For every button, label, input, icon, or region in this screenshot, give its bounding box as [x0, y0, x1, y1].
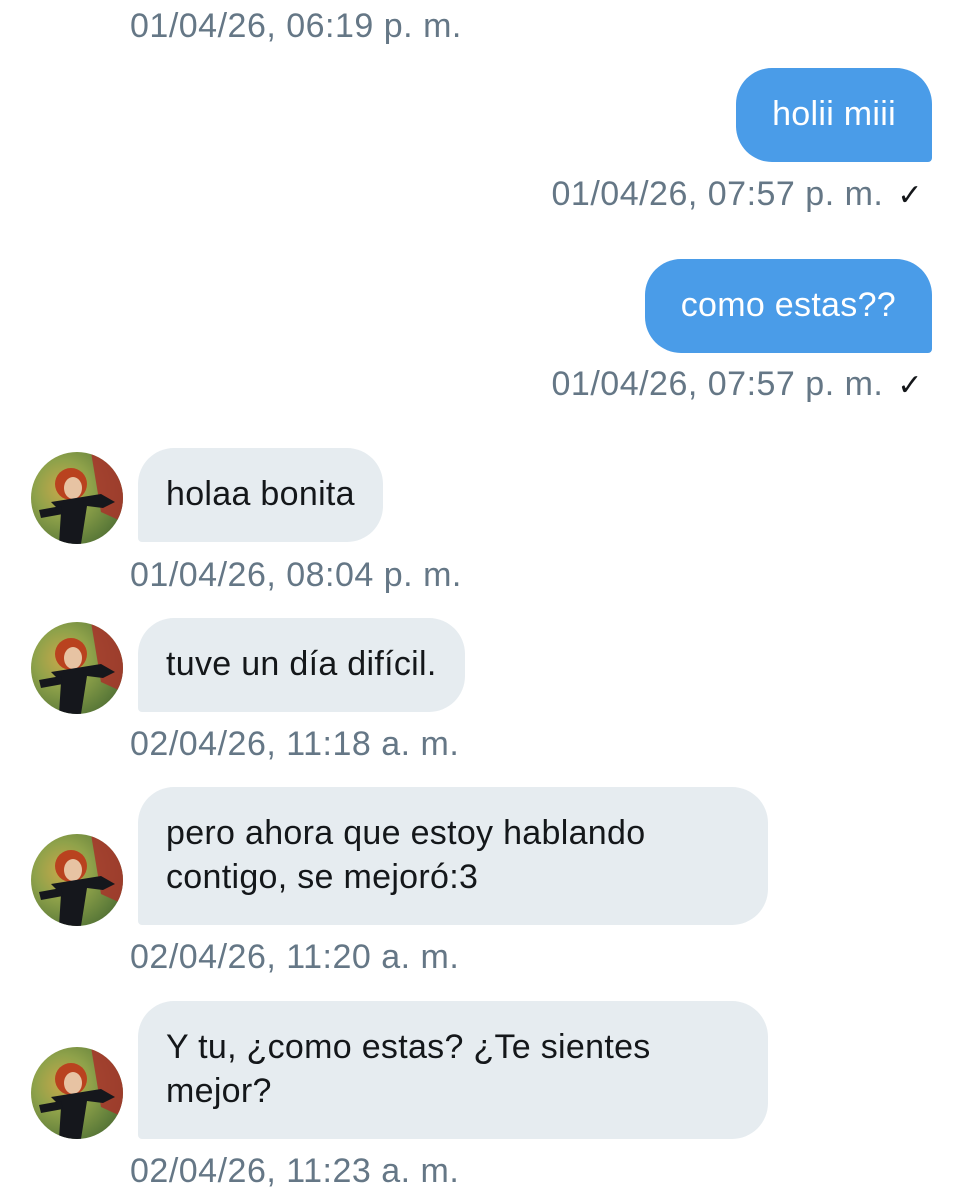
message-timestamp: 02/04/26, 11:23 a. m.: [130, 1152, 460, 1190]
message-timestamp: 01/04/26, 07:57 p. m.: [551, 365, 884, 403]
contact-avatar[interactable]: [31, 622, 123, 714]
message-text: holii miii: [772, 95, 896, 133]
message-timestamp: 01/04/26, 06:19 p. m.: [130, 7, 462, 45]
contact-avatar[interactable]: [31, 1047, 123, 1139]
outgoing-message-bubble[interactable]: como estas??: [644, 259, 932, 353]
message-text-line: contigo, se mejoró:3: [166, 858, 479, 896]
message-timestamp: 02/04/26, 11:18 a. m.: [130, 725, 460, 763]
message-text-line: pero ahora que estoy hablando: [166, 814, 646, 852]
incoming-message-bubble[interactable]: pero ahora que estoy hablando contigo, s…: [138, 787, 768, 925]
message-timestamp: 01/04/26, 08:04 p. m.: [130, 556, 462, 594]
message-text: holaa bonita: [166, 475, 355, 513]
outgoing-message-bubble[interactable]: holii miii: [736, 68, 932, 162]
checkmark-icon: ✓: [897, 179, 923, 212]
message-timestamp: 02/04/26, 11:20 a. m.: [130, 938, 460, 976]
message-timestamp: 01/04/26, 07:57 p. m.: [551, 175, 884, 213]
message-text-line: Y tu, ¿como estas? ¿Te sientes: [166, 1028, 651, 1066]
message-text: como estas??: [680, 286, 896, 324]
checkmark-icon: ✓: [897, 369, 923, 402]
incoming-message-bubble[interactable]: tuve un día difícil.: [138, 618, 465, 712]
contact-avatar[interactable]: [31, 834, 123, 926]
incoming-message-bubble[interactable]: holaa bonita: [138, 448, 383, 542]
contact-avatar[interactable]: [31, 452, 123, 544]
message-meta: 01/04/26, 07:57 p. m. ✓: [552, 364, 923, 406]
message-meta: 01/04/26, 07:57 p. m. ✓: [552, 174, 923, 216]
message-text-line: mejor?: [166, 1072, 272, 1110]
message-text: tuve un día difícil.: [166, 645, 437, 683]
incoming-message-bubble[interactable]: Y tu, ¿como estas? ¿Te sientes mejor?: [138, 1001, 768, 1139]
